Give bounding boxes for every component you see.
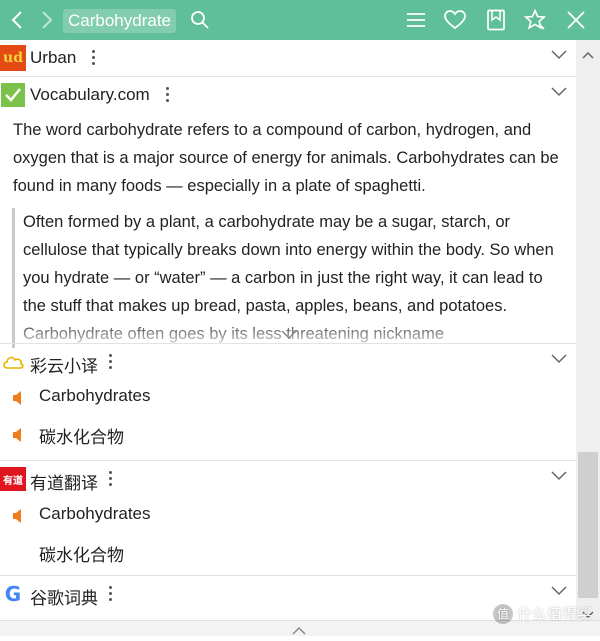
chevron-down-icon[interactable] (550, 469, 570, 485)
back-icon[interactable] (6, 0, 28, 40)
list-item: Carbohydrates (0, 380, 576, 416)
chevron-up-icon[interactable] (291, 623, 307, 635)
translation-text: 碳水化合物 (39, 428, 124, 447)
vocabulary-logo (0, 82, 26, 108)
dict-name-vocabulary: Vocabulary.com (30, 85, 150, 104)
vocabulary-long-definition: Often formed by a plant, a carbohydrate … (12, 208, 559, 348)
google-logo: G (4, 582, 22, 606)
more-icon[interactable] (105, 468, 115, 490)
heart-icon[interactable] (443, 0, 467, 40)
pin-icon[interactable] (523, 0, 547, 40)
scrollbar-thumb[interactable] (578, 452, 598, 598)
dict-header-urban[interactable]: ud Urban (0, 40, 576, 76)
list-item: 碳水化合物 (0, 535, 576, 571)
dict-header-youdao[interactable]: 有道 有道翻译 (0, 460, 576, 497)
scrollbar[interactable] (576, 40, 600, 620)
dictionary-results: ud Urban Vocabulary.com The word carbohy… (0, 40, 576, 620)
speaker-icon[interactable] (11, 508, 27, 524)
translation-text: Carbohydrates (39, 504, 151, 523)
vocabulary-short-definition: The word carbohydrate refers to a compou… (13, 121, 559, 195)
speaker-icon[interactable] (11, 390, 27, 406)
watermark-badge: 值 (492, 603, 513, 624)
dict-name-urban: Urban (30, 48, 77, 67)
list-item: 碳水化合物 (0, 417, 576, 453)
search-query[interactable]: Carbohydrate (63, 9, 177, 33)
search-icon[interactable] (188, 0, 212, 40)
dict-name-caiyun: 彩云小译 (30, 357, 98, 376)
translation-text: 碳水化合物 (39, 546, 124, 565)
youdao-logo: 有道 (0, 466, 26, 492)
translation-text: Carbohydrates (39, 386, 151, 405)
close-icon[interactable] (564, 0, 588, 40)
toolbar: Carbohydrate (0, 0, 600, 40)
more-icon[interactable] (162, 84, 172, 106)
bookmark-icon[interactable] (484, 0, 508, 40)
watermark: 值 什么值得买 (492, 603, 592, 624)
more-icon[interactable] (105, 351, 115, 373)
chevron-down-icon[interactable] (550, 85, 570, 101)
chevron-down-icon[interactable] (550, 48, 570, 64)
caiyun-logo (0, 349, 26, 375)
list-item: Carbohydrates (0, 498, 576, 534)
scroll-up-icon[interactable] (582, 46, 594, 59)
forward-icon[interactable] (36, 0, 58, 40)
chevron-down-icon[interactable] (550, 352, 570, 368)
menu-icon[interactable] (404, 0, 428, 40)
urban-logo: ud (0, 45, 26, 71)
speaker-icon[interactable] (11, 427, 27, 443)
dict-name-google: 谷歌词典 (30, 589, 98, 608)
more-icon[interactable] (88, 47, 98, 69)
watermark-text: 什么值得买 (516, 606, 592, 623)
dict-header-caiyun[interactable]: 彩云小译 (0, 343, 576, 380)
chevron-down-icon[interactable] (550, 584, 570, 600)
dict-header-google[interactable]: G 谷歌词典 (0, 575, 576, 612)
expand-chevron-icon[interactable] (280, 328, 298, 340)
dict-header-vocabulary[interactable]: Vocabulary.com (0, 76, 576, 113)
dict-name-youdao: 有道翻译 (30, 474, 98, 493)
more-icon[interactable] (105, 583, 115, 605)
